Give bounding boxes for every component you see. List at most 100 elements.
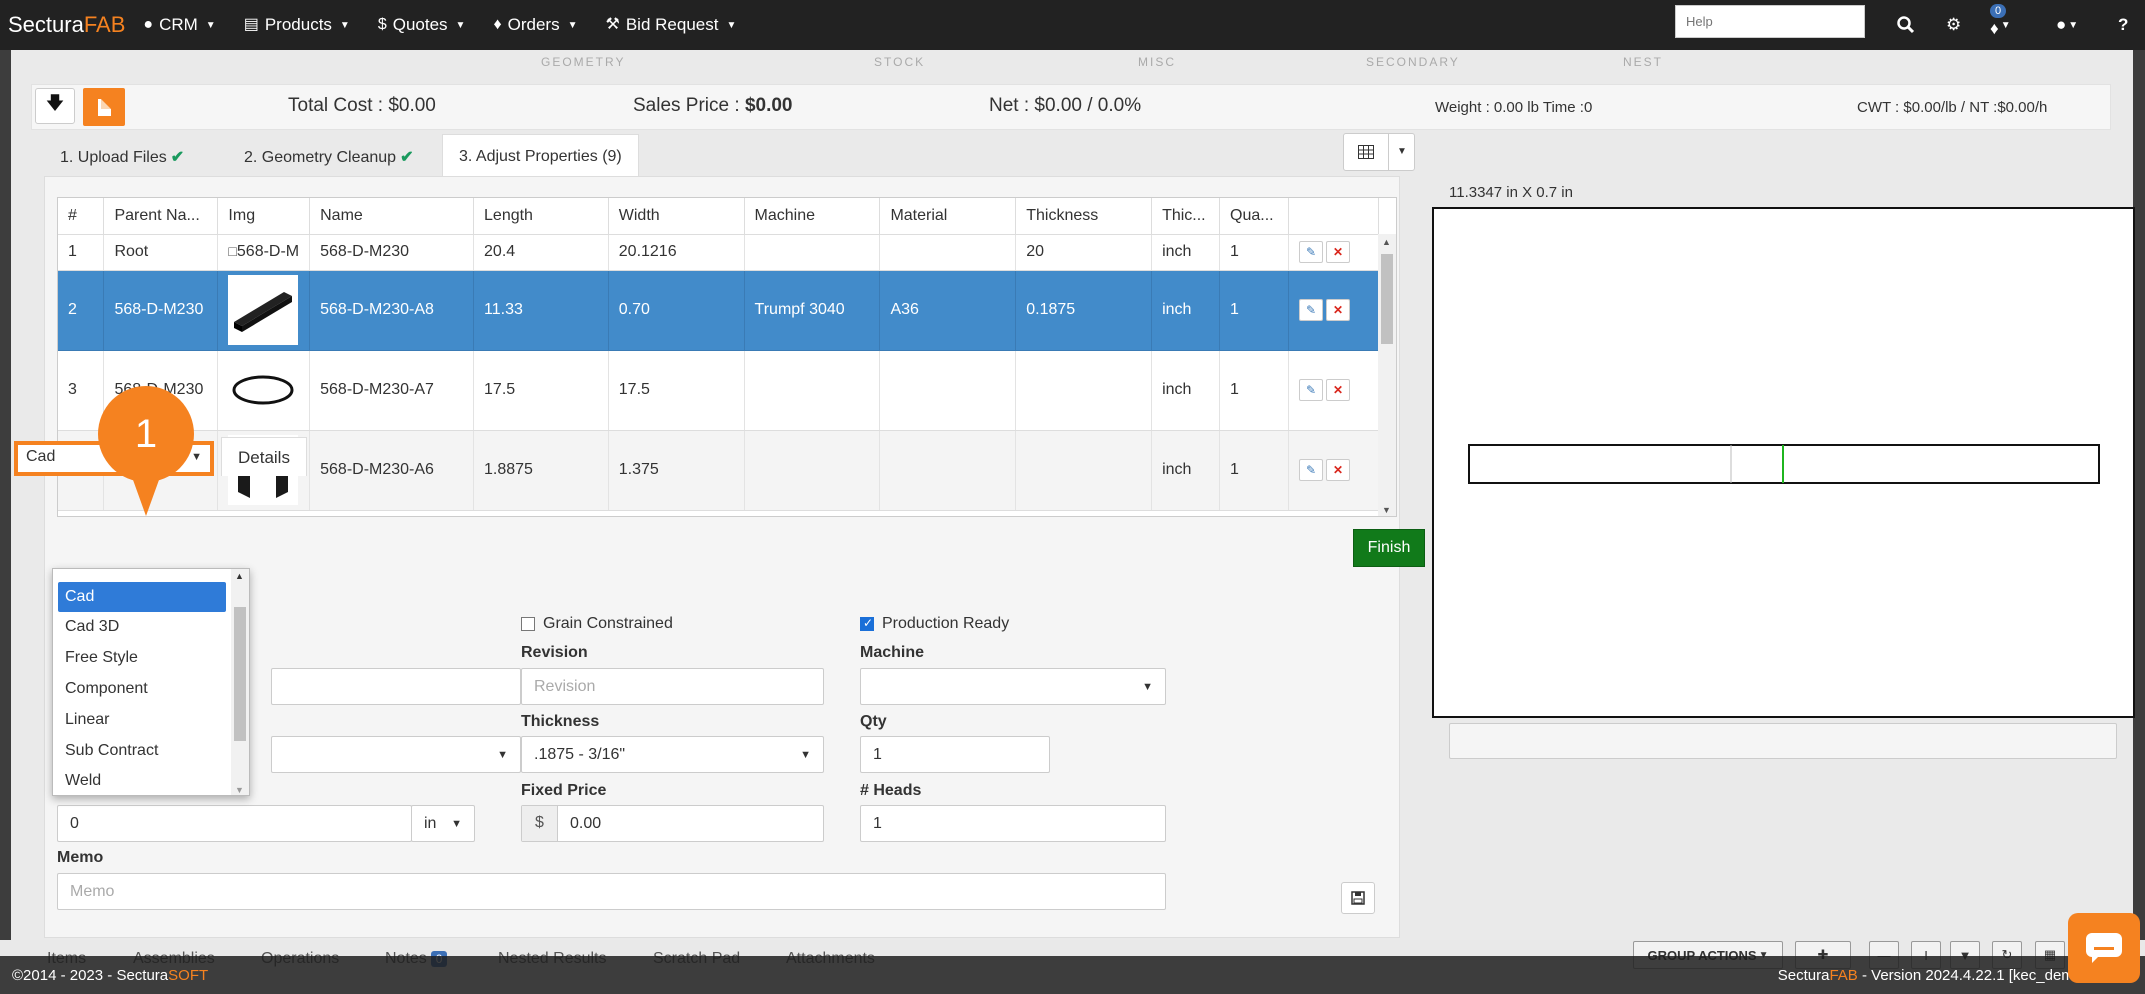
heads-input[interactable]: 1 — [860, 805, 1166, 842]
user-menu-button[interactable]: ● ▼ — [2056, 0, 2078, 50]
step-secondary[interactable]: SECONDARY — [1366, 55, 1460, 69]
step-marker-number: 1 — [98, 386, 194, 482]
tab-upload-files[interactable]: 1. Upload Files ✔ — [44, 134, 200, 178]
qty-input[interactable]: 1 — [860, 736, 1050, 773]
download-button[interactable]: 🡇 — [35, 88, 75, 124]
scroll-up-icon[interactable]: ▲ — [235, 571, 244, 581]
table-row[interactable]: 2 568-D-M230 568-D-M230-A8 11.33 0.70 Tr… — [58, 270, 1379, 351]
col-header-material[interactable]: Material — [879, 198, 1017, 235]
col-header-parent[interactable]: Parent Na... — [103, 198, 219, 235]
fixed-price-input[interactable]: $0.00 — [521, 805, 824, 842]
tab-geometry-cleanup[interactable]: 2. Geometry Cleanup ✔ — [228, 134, 429, 178]
gavel-icon: ⚒ — [605, 16, 620, 33]
col-header-img[interactable]: Img — [217, 198, 311, 235]
option-component[interactable]: Component — [58, 674, 226, 704]
scroll-down-icon[interactable]: ▼ — [235, 785, 244, 795]
caret-down-icon: ▼ — [339, 19, 350, 31]
delete-icon[interactable]: ✕ — [1326, 379, 1351, 401]
grain-constrained-checkbox[interactable]: Grain Constrained — [521, 615, 673, 633]
machine-label: Machine — [860, 644, 925, 661]
edit-icon[interactable]: ✎ — [1299, 241, 1324, 263]
save-button[interactable] — [1341, 882, 1375, 914]
caret-down-icon: ▼ — [1142, 681, 1153, 693]
search-icon[interactable] — [1897, 0, 1915, 50]
step-misc[interactable]: MISC — [1138, 55, 1176, 69]
col-header-length[interactable]: Length — [473, 198, 609, 235]
finish-button[interactable]: Finish — [1353, 529, 1425, 567]
caret-down-icon: ▼ — [451, 818, 462, 830]
memo-input[interactable]: Memo — [57, 873, 1166, 910]
option-free-style[interactable]: Free Style — [58, 643, 226, 673]
left-mid-select[interactable]: ▼ — [271, 736, 521, 773]
table-row[interactable]: 3 568-D-M230 568-D-M230-A7 17.5 17.5 inc… — [58, 350, 1379, 431]
delete-icon[interactable]: ✕ — [1326, 241, 1351, 263]
grid-scrollbar[interactable]: ▲ ▼ — [1378, 234, 1396, 516]
dropdown-scrollbar[interactable]: ▲ ▼ — [231, 569, 249, 795]
scroll-thumb[interactable] — [1381, 254, 1393, 344]
machine-select[interactable]: ▼ — [860, 668, 1166, 705]
part-geometry-drawing — [1468, 444, 2100, 484]
option-linear[interactable]: Linear — [58, 705, 226, 735]
col-header-number[interactable]: # — [58, 198, 105, 235]
column-toggle-button[interactable]: ▼ — [1343, 133, 1415, 171]
option-sub-contract[interactable]: Sub Contract — [58, 736, 226, 766]
document-button[interactable] — [83, 88, 125, 126]
scroll-thumb[interactable] — [234, 607, 246, 741]
tab-adjust-properties[interactable]: 3. Adjust Properties (9) — [442, 134, 639, 178]
grid-header-row: # Parent Na... Img Name Length Width Mac… — [58, 198, 1379, 235]
option-cad-3d[interactable]: Cad 3D — [58, 612, 226, 642]
step-stock[interactable]: STOCK — [874, 55, 925, 69]
chat-button[interactable] — [2068, 913, 2140, 983]
help-search-input[interactable] — [1675, 5, 1865, 38]
unit-select[interactable]: in ▼ — [411, 805, 475, 842]
step-nest[interactable]: NEST — [1623, 55, 1663, 69]
production-ready-checkbox[interactable]: Production Ready — [860, 615, 1009, 633]
gear-icon[interactable]: ⚙ — [1946, 0, 1961, 50]
preview-status-bar — [1449, 723, 2117, 759]
memo-label: Memo — [57, 849, 104, 866]
col-header-actions — [1288, 198, 1379, 235]
delete-icon[interactable]: ✕ — [1326, 299, 1351, 321]
qty-label: Qty — [860, 713, 887, 730]
delete-icon[interactable]: ✕ — [1326, 459, 1351, 481]
thickness-select[interactable]: .1875 - 3/16" ▼ — [521, 736, 824, 773]
caret-down-icon: ▼ — [455, 19, 466, 31]
scroll-up-icon[interactable]: ▲ — [1382, 237, 1391, 247]
brand-logo[interactable]: SecturaFAB — [8, 12, 125, 38]
col-header-thickness[interactable]: Thickness — [1015, 198, 1153, 235]
step-geometry[interactable]: GEOMETRY — [541, 55, 625, 69]
col-header-thickness-unit[interactable]: Thic... — [1151, 198, 1221, 235]
left-top-input[interactable] — [271, 668, 521, 705]
scroll-down-icon[interactable]: ▼ — [1382, 505, 1391, 515]
col-header-quantity[interactable]: Qua... — [1219, 198, 1290, 235]
col-header-name[interactable]: Name — [309, 198, 475, 235]
col-header-machine[interactable]: Machine — [744, 198, 881, 235]
step-marker: 1 — [98, 386, 194, 516]
table-row[interactable]: 1 Root □568-D-M 568-D-M230 20.4 20.1216 … — [58, 234, 1379, 271]
nav-bid-request[interactable]: ⚒ Bid Request ▼ — [606, 15, 737, 35]
option-cad[interactable]: Cad — [58, 582, 226, 612]
checkbox-checked[interactable] — [860, 616, 874, 631]
col-header-width[interactable]: Width — [608, 198, 745, 235]
nav-products[interactable]: ▤ Products ▼ — [244, 15, 350, 35]
thickness-label: Thickness — [521, 713, 600, 730]
option-weld[interactable]: Weld — [58, 766, 226, 795]
nav-quotes[interactable]: $ Quotes ▼ — [378, 15, 466, 35]
document-icon — [97, 98, 111, 116]
user-icon: ● — [143, 16, 154, 33]
edit-icon[interactable]: ✎ — [1299, 379, 1324, 401]
nav-orders[interactable]: ♦ Orders ▼ — [493, 15, 577, 35]
checkbox-unchecked[interactable] — [521, 617, 535, 631]
fixed-price-label: Fixed Price — [521, 782, 607, 799]
properties-panel: # Parent Na... Img Name Length Width Mac… — [44, 176, 1425, 938]
edit-icon[interactable]: ✎ — [1299, 299, 1324, 321]
nav-crm[interactable]: ● CRM ▼ — [143, 15, 215, 35]
notifications-button[interactable]: 0 ♦ ▼ — [1990, 0, 2011, 50]
left-value-input[interactable]: 0 — [57, 805, 412, 842]
save-icon — [1351, 891, 1365, 905]
edit-icon[interactable]: ✎ — [1299, 459, 1324, 481]
tab-details[interactable]: Details — [221, 437, 307, 476]
revision-input[interactable]: Revision — [521, 668, 824, 705]
help-button[interactable]: ? — [2118, 0, 2128, 50]
part-preview-canvas[interactable] — [1432, 207, 2135, 718]
